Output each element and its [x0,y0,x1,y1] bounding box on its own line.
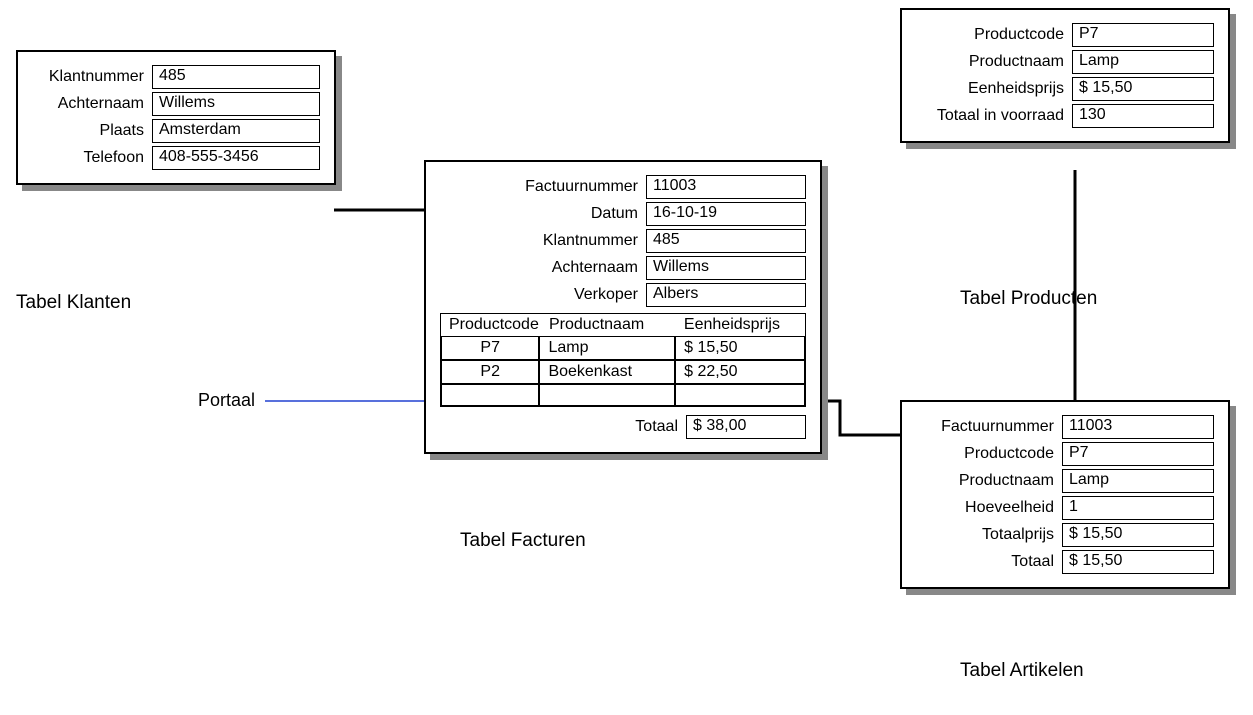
artikelen-hoeveelheid-label: Hoeveelheid [916,499,1062,517]
artikelen-factuurnummer-label: Factuurnummer [916,418,1062,436]
artikelen-factuurnummer-value[interactable]: 11003 [1062,415,1214,439]
artikelen-totaalprijs-label: Totaalprijs [916,526,1062,544]
portal-header-naam: Productnaam [541,314,676,336]
portal-header-prijs: Eenheidsprijs [676,314,805,336]
panel-producten: Productcode P7 Productnaam Lamp Eenheids… [900,8,1230,143]
facturen-datum-value[interactable]: 16-10-19 [646,202,806,226]
artikelen-productnaam-value[interactable]: Lamp [1062,469,1214,493]
producten-voorraad-value[interactable]: 130 [1072,104,1214,128]
panel-artikelen: Factuurnummer 11003 Productcode P7 Produ… [900,400,1230,589]
klanten-plaats-label: Plaats [32,122,152,140]
portal-cell-code[interactable]: P7 [441,336,539,360]
caption-klanten: Tabel Klanten [16,292,131,314]
klanten-plaats-value[interactable]: Amsterdam [152,119,320,143]
facturen-verkoper-label: Verkoper [440,286,646,304]
facturen-factuurnummer-value[interactable]: 11003 [646,175,806,199]
portal-cell-naam[interactable]: Lamp [539,336,675,360]
facturen-verkoper-value[interactable]: Albers [646,283,806,307]
panel-facturen: Factuurnummer 11003 Datum 16-10-19 Klant… [424,160,822,454]
portal-cell-code[interactable]: P2 [441,360,539,384]
portal-row[interactable]: P2 Boekenkast $ 22,50 [441,360,805,384]
producten-productcode-label: Productcode [916,26,1072,44]
facturen-achternaam-value[interactable]: Willems [646,256,806,280]
portal-row[interactable] [441,384,805,406]
panel-klanten: Klantnummer 485 Achternaam Willems Plaat… [16,50,336,185]
producten-productnaam-label: Productnaam [916,53,1072,71]
artikelen-hoeveelheid-value[interactable]: 1 [1062,496,1214,520]
artikelen-totaal-value[interactable]: $ 15,50 [1062,550,1214,574]
portal-cell-prijs[interactable]: $ 22,50 [675,360,805,384]
klanten-klantnummer-value[interactable]: 485 [152,65,320,89]
producten-voorraad-label: Totaal in voorraad [916,107,1072,125]
facturen-achternaam-label: Achternaam [440,259,646,277]
klanten-klantnummer-label: Klantnummer [32,68,152,86]
caption-artikelen: Tabel Artikelen [960,660,1084,682]
producten-eenheidsprijs-value[interactable]: $ 15,50 [1072,77,1214,101]
portal-cell-naam[interactable]: Boekenkast [539,360,675,384]
artikelen-totaal-label: Totaal [916,553,1062,571]
artikelen-productnaam-label: Productnaam [916,472,1062,490]
klanten-achternaam-label: Achternaam [32,95,152,113]
producten-eenheidsprijs-label: Eenheidsprijs [916,80,1072,98]
klanten-telefoon-label: Telefoon [32,149,152,167]
portal-cell-code[interactable] [441,384,539,406]
portal-cell-prijs[interactable]: $ 15,50 [675,336,805,360]
artikelen-productcode-label: Productcode [916,445,1062,463]
portal-cell-prijs[interactable] [675,384,805,406]
facturen-factuurnummer-label: Factuurnummer [440,178,646,196]
facturen-klantnummer-label: Klantnummer [440,232,646,250]
caption-facturen: Tabel Facturen [460,530,586,552]
klanten-achternaam-value[interactable]: Willems [152,92,320,116]
facturen-totaal-label: Totaal [440,418,686,436]
facturen-klantnummer-value[interactable]: 485 [646,229,806,253]
facturen-totaal-value[interactable]: $ 38,00 [686,415,806,439]
artikelen-productcode-value[interactable]: P7 [1062,442,1214,466]
annotation-portaal: Portaal [198,390,255,411]
artikelen-totaalprijs-value[interactable]: $ 15,50 [1062,523,1214,547]
portal-row[interactable]: P7 Lamp $ 15,50 [441,336,805,360]
klanten-telefoon-value[interactable]: 408-555-3456 [152,146,320,170]
caption-producten: Tabel Producten [960,288,1097,310]
portal-header-code: Productcode [441,314,541,336]
portal-cell-naam[interactable] [539,384,675,406]
facturen-portal: Productcode Productnaam Eenheidsprijs P7… [440,313,806,407]
facturen-datum-label: Datum [440,205,646,223]
producten-productnaam-value[interactable]: Lamp [1072,50,1214,74]
producten-productcode-value[interactable]: P7 [1072,23,1214,47]
